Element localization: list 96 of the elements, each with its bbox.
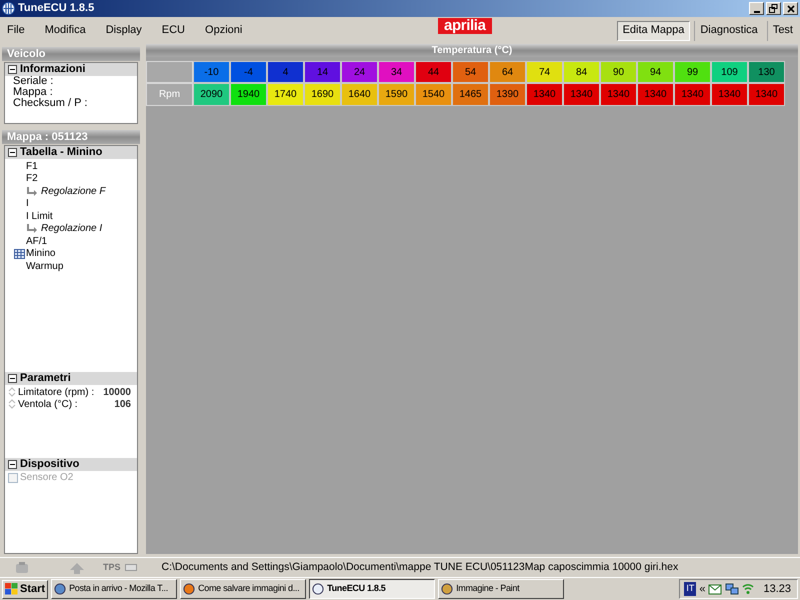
parameter-value: 106 bbox=[114, 398, 131, 412]
mail-icon[interactable] bbox=[708, 583, 722, 595]
collapse-icon[interactable] bbox=[8, 374, 17, 383]
restore-button[interactable] bbox=[766, 2, 781, 15]
tree-item[interactable]: Warmup bbox=[26, 258, 64, 274]
header-cell: 84 bbox=[563, 61, 600, 83]
table-cell[interactable]: 1340 bbox=[526, 83, 563, 106]
collapse-icon[interactable] bbox=[8, 460, 17, 469]
taskbar-button[interactable]: Come salvare immagini d... bbox=[180, 579, 306, 599]
windows-logo-icon bbox=[5, 583, 18, 595]
table-cell[interactable]: 1340 bbox=[711, 83, 748, 106]
collapse-icon[interactable] bbox=[8, 65, 17, 74]
minimize-icon bbox=[754, 10, 760, 12]
header-cell: 94 bbox=[637, 61, 674, 83]
tab[interactable]: Diagnostica bbox=[694, 20, 763, 40]
table-cell[interactable]: 1340 bbox=[637, 83, 674, 106]
taskbar-button[interactable]: Posta in arrivo - Mozilla T... bbox=[51, 579, 178, 599]
header-cell: 130 bbox=[748, 61, 785, 83]
tree-item[interactable]: F1 bbox=[26, 158, 38, 174]
panel-header: Mappa : 051123 bbox=[2, 130, 140, 144]
header-cell: 34 bbox=[378, 61, 415, 83]
collapse-icon[interactable] bbox=[8, 148, 17, 157]
table-cell[interactable]: 1340 bbox=[600, 83, 637, 106]
device-icon bbox=[15, 562, 29, 574]
field-label: Mappa : bbox=[12, 87, 53, 98]
tps-label: TPS bbox=[103, 560, 121, 574]
taskbar-button[interactable]: TuneECU 1.8.5 bbox=[309, 579, 436, 599]
tree-item[interactable]: Minino bbox=[26, 246, 56, 262]
header-cell: 64 bbox=[489, 61, 526, 83]
parameter-value: 10000 bbox=[103, 386, 131, 400]
tab[interactable]: Edita Mappa bbox=[616, 20, 690, 40]
header-cell: 14 bbox=[304, 61, 341, 83]
parameter-label: Limitatore (rpm) : bbox=[18, 386, 94, 400]
header-cell: -10 bbox=[193, 61, 230, 83]
chevron[interactable]: « bbox=[699, 580, 706, 598]
logo: aprilia bbox=[438, 18, 492, 34]
header-cell: 90 bbox=[600, 61, 637, 83]
table-cell[interactable]: 1340 bbox=[748, 83, 785, 106]
tab[interactable]: Test bbox=[766, 20, 798, 40]
restore-icon bbox=[769, 4, 778, 13]
language-indicator[interactable]: IT bbox=[684, 582, 696, 596]
menu-item[interactable]: Display bbox=[100, 22, 147, 39]
section-header[interactable]: Parametri bbox=[5, 372, 137, 385]
header-cell: 44 bbox=[415, 61, 452, 83]
tree-item[interactable]: I Limit bbox=[26, 208, 53, 224]
network-icon[interactable] bbox=[725, 583, 740, 595]
section-header[interactable]: Dispositivo bbox=[5, 458, 137, 471]
tree-item[interactable]: AF/1 bbox=[26, 234, 48, 249]
row-header: Rpm bbox=[146, 83, 193, 106]
menu-item[interactable]: Modifica bbox=[40, 22, 91, 39]
start-button[interactable]: Start bbox=[2, 580, 48, 598]
table-cell[interactable]: 1465 bbox=[452, 83, 489, 106]
tps-indicator bbox=[124, 564, 137, 571]
parameter-label: Ventola (°C) : bbox=[18, 398, 78, 412]
table-cell[interactable]: 1390 bbox=[489, 83, 526, 106]
arrow-icon bbox=[27, 186, 38, 196]
minimize-button[interactable] bbox=[749, 2, 764, 15]
section-header[interactable]: Informazioni bbox=[5, 63, 137, 76]
menu-item[interactable]: Opzioni bbox=[200, 22, 248, 39]
field-label: Checksum / P : bbox=[12, 98, 88, 109]
table-cell[interactable]: 1340 bbox=[674, 83, 711, 106]
file-path: C:\Documents and Settings\Giampaolo\Documenti\mappe TUNE ECU\051123Map caposcimmia 10000 giri.hex bbox=[162, 560, 678, 575]
panel-header: Veicolo bbox=[2, 47, 140, 61]
checkbox-label: Sensore O2 bbox=[20, 471, 74, 485]
table-cell[interactable]: 1540 bbox=[415, 83, 452, 106]
tree-item[interactable]: F2 bbox=[26, 171, 38, 186]
header-cell: 4 bbox=[267, 61, 304, 83]
header-cell: 54 bbox=[452, 61, 489, 83]
table-cell[interactable]: 2090 bbox=[193, 83, 230, 106]
tree-item[interactable]: Regolazione I bbox=[41, 221, 102, 236]
section-header[interactable]: Tabella - Minino bbox=[5, 146, 137, 159]
menu-item[interactable]: ECU bbox=[156, 22, 190, 39]
header-cell: 109 bbox=[711, 61, 748, 83]
taskbar-button[interactable]: Immagine - Paint bbox=[438, 579, 564, 599]
table-cell[interactable]: 1940 bbox=[230, 83, 267, 106]
header-cell: 74 bbox=[526, 61, 563, 83]
table-cell[interactable]: 1690 bbox=[304, 83, 341, 106]
arrow-icon bbox=[69, 562, 85, 574]
arrow-icon bbox=[27, 224, 38, 234]
header-cell: 99 bbox=[674, 61, 711, 83]
close-button[interactable] bbox=[783, 2, 798, 15]
menu-item[interactable]: File bbox=[2, 22, 30, 39]
window-title: TuneECU 1.8.5 bbox=[18, 1, 94, 16]
table-cell[interactable]: 1740 bbox=[267, 83, 304, 106]
header-cell: 24 bbox=[341, 61, 378, 83]
close-icon bbox=[786, 4, 794, 12]
header-cell: -4 bbox=[230, 61, 267, 83]
table-cell[interactable]: 1640 bbox=[341, 83, 378, 106]
clock: 13.23 bbox=[762, 582, 792, 597]
table-cell[interactable]: 1340 bbox=[563, 83, 600, 106]
tree-item[interactable]: Regolazione F bbox=[41, 184, 106, 199]
grid-icon bbox=[14, 248, 25, 259]
tree-item[interactable]: I bbox=[26, 196, 29, 212]
field-label: Seriale : bbox=[12, 76, 54, 87]
table-title: Temperatura (°C) bbox=[146, 44, 798, 57]
table-cell[interactable]: 1590 bbox=[378, 83, 415, 106]
